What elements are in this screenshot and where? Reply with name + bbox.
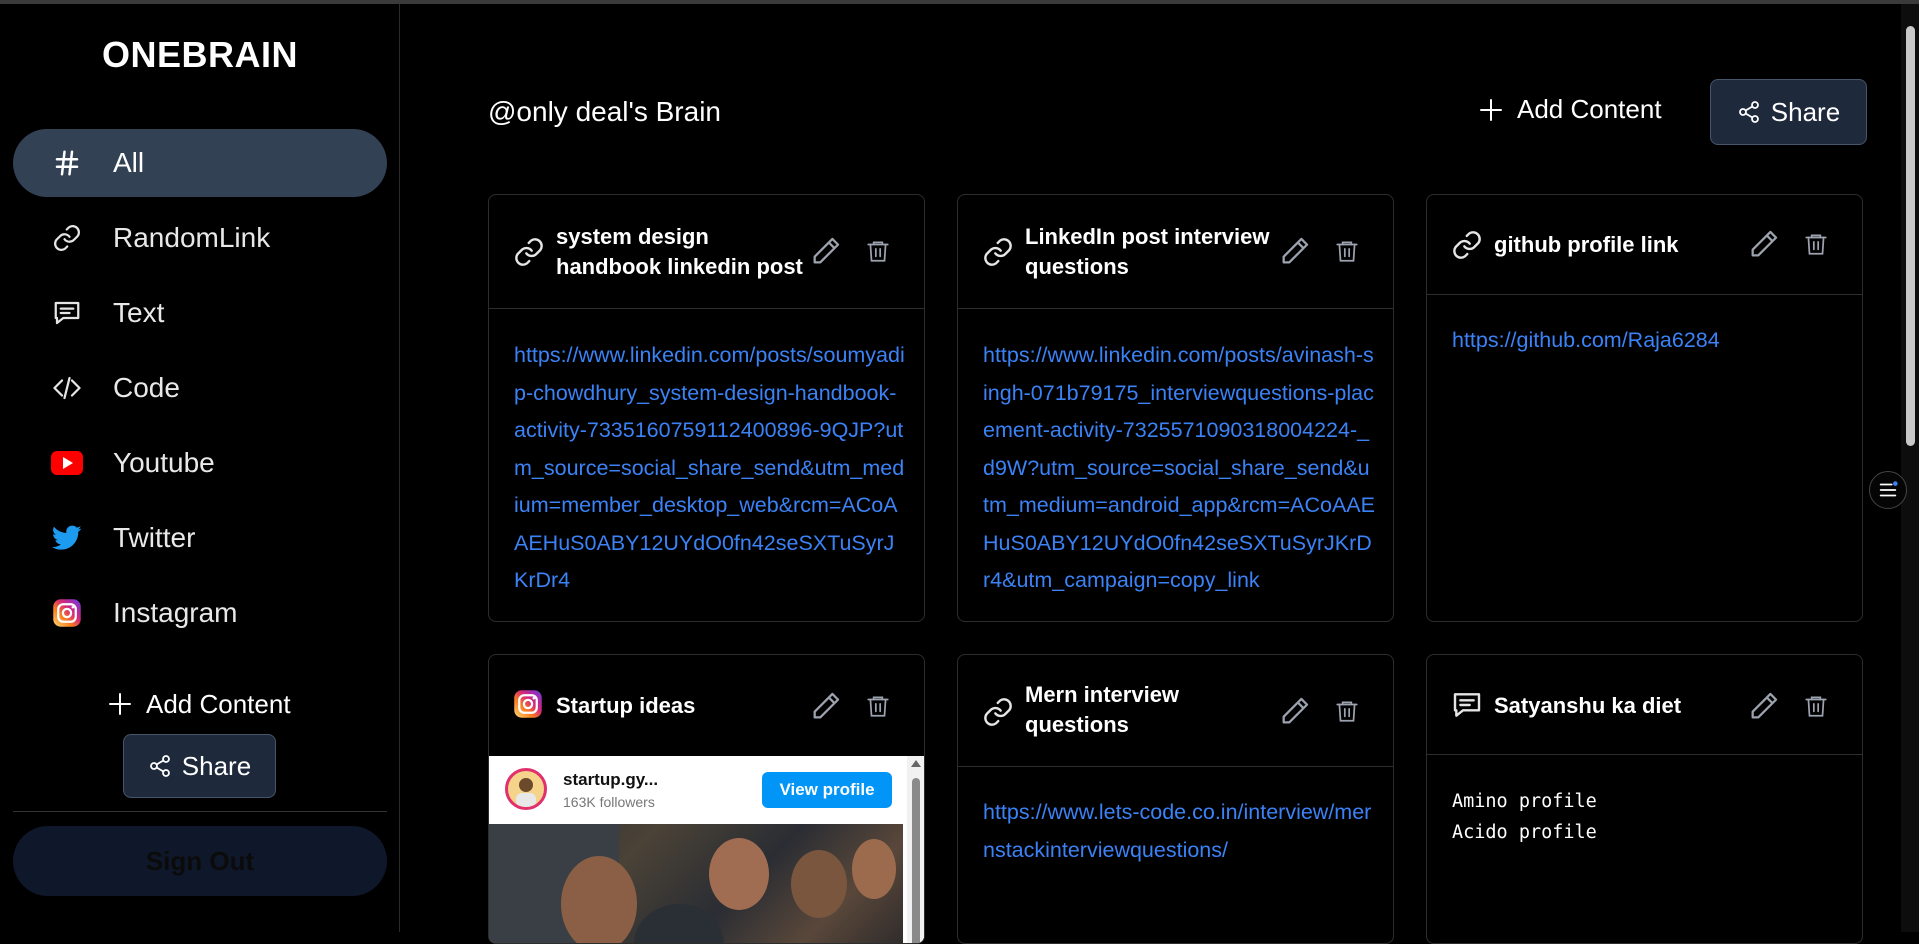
card-header: Satyanshu ka diet xyxy=(1427,655,1862,755)
trash-icon[interactable] xyxy=(1334,237,1362,267)
avatar[interactable] xyxy=(505,768,547,810)
trash-icon[interactable] xyxy=(865,237,893,267)
card-title: Startup ideas xyxy=(556,693,696,718)
trash-icon[interactable] xyxy=(1334,697,1362,727)
sidebar-item-youtube[interactable]: Youtube xyxy=(13,429,387,497)
sidebar-item-label: Twitter xyxy=(113,522,196,553)
instagram-followers: 163K followers xyxy=(563,794,655,810)
link-icon xyxy=(513,236,545,268)
add-content-button[interactable]: Add Content xyxy=(1479,94,1662,125)
sidebar-item-instagram[interactable]: Instagram xyxy=(13,579,387,647)
sidebar-item-code[interactable]: Code xyxy=(13,354,387,422)
card-link[interactable]: https://www.lets-code.co.in/interview/me… xyxy=(983,794,1375,869)
youtube-icon xyxy=(49,445,85,481)
embed-scrollbar[interactable] xyxy=(907,756,924,943)
edit-icon[interactable] xyxy=(1747,227,1781,261)
add-content-label: Add Content xyxy=(1517,94,1662,124)
embed-scrollbar-thumb[interactable] xyxy=(912,778,920,943)
instagram-account-name[interactable]: startup.gy... xyxy=(563,770,658,790)
content-card: Satyanshu ka diet Amino profile Acido pr… xyxy=(1426,654,1863,944)
link-icon xyxy=(1451,229,1483,261)
instagram-post-image[interactable] xyxy=(489,824,903,943)
view-profile-button[interactable]: View profile xyxy=(762,772,892,808)
page-title: @only deal's Brain xyxy=(488,96,721,127)
message-icon xyxy=(1451,689,1483,721)
card-title: system design handbook linkedin post xyxy=(556,224,803,279)
twitter-icon xyxy=(49,520,85,556)
link-icon xyxy=(982,696,1014,728)
link-icon xyxy=(982,236,1014,268)
share-icon xyxy=(148,754,172,778)
add-content-label: Add Content xyxy=(146,688,291,719)
menu-icon xyxy=(1877,479,1899,501)
card-link[interactable]: https://www.linkedin.com/posts/soumyadip… xyxy=(514,337,906,600)
sidebar-item-label: RandomLink xyxy=(113,222,271,253)
sidebar-divider xyxy=(13,811,387,812)
edit-icon[interactable] xyxy=(1747,689,1781,723)
card-header: Mern interview questions xyxy=(958,655,1393,767)
instagram-icon xyxy=(49,595,85,631)
edit-icon[interactable] xyxy=(809,689,843,723)
card-link[interactable]: https://www.linkedin.com/posts/avinash-s… xyxy=(983,337,1375,600)
trash-icon[interactable] xyxy=(865,692,893,722)
card-header: LinkedIn post interview questions xyxy=(958,195,1393,309)
edit-icon[interactable] xyxy=(1278,694,1312,728)
sidebar: ONEBRAIN All RandomLink Text Code Youtub… xyxy=(0,4,400,932)
edit-icon[interactable] xyxy=(809,234,843,268)
content-card: LinkedIn post interview questions https:… xyxy=(957,194,1394,622)
sidebar-share-button[interactable]: Share xyxy=(123,734,276,798)
content-card: github profile link https://github.com/R… xyxy=(1426,194,1863,622)
card-text: Amino profile Acido profile xyxy=(1452,791,1597,843)
code-icon xyxy=(49,370,85,406)
message-icon xyxy=(49,295,85,331)
card-title: Satyanshu ka diet xyxy=(1494,693,1682,718)
instagram-embed[interactable]: startup.gy... 163K followers View profil… xyxy=(489,756,924,943)
card-title: LinkedIn post interview questions xyxy=(1025,224,1270,279)
link-icon xyxy=(49,220,85,256)
sidebar-add-content-button[interactable]: Add Content xyxy=(108,681,291,727)
card-header: github profile link xyxy=(1427,195,1862,295)
page-scrollbar-thumb[interactable] xyxy=(1906,26,1915,446)
share-icon xyxy=(1737,100,1761,124)
sidebar-item-text[interactable]: Text xyxy=(13,279,387,347)
sidebar-item-all[interactable]: All xyxy=(13,129,387,197)
content-card: Mern interview questions https://www.let… xyxy=(957,654,1394,944)
floating-menu-button[interactable] xyxy=(1869,471,1907,509)
sidebar-item-randomlink[interactable]: RandomLink xyxy=(13,204,387,272)
trash-icon[interactable] xyxy=(1803,692,1831,722)
plus-icon xyxy=(1479,98,1503,122)
page-scrollbar[interactable] xyxy=(1901,4,1919,932)
sidebar-item-label: Youtube xyxy=(113,447,215,478)
sidebar-item-label: Code xyxy=(113,372,180,403)
share-label: Share xyxy=(1770,96,1841,127)
card-header: system design handbook linkedin post xyxy=(489,195,924,309)
sidebar-item-twitter[interactable]: Twitter xyxy=(13,504,387,572)
card-link[interactable]: https://github.com/Raja6284 xyxy=(1452,322,1844,360)
sidebar-item-label: Text xyxy=(113,297,165,328)
card-title: Mern interview questions xyxy=(1025,682,1180,737)
sign-out-button[interactable]: Sign Out xyxy=(13,826,387,896)
plus-icon xyxy=(108,692,132,716)
main-content: @only deal's Brain Add Content Share sys… xyxy=(401,4,1901,944)
content-card: Startup ideas startup.gy... 163K followe… xyxy=(488,654,925,944)
sidebar-item-label: Instagram xyxy=(113,597,238,628)
card-header: Startup ideas xyxy=(489,655,924,756)
share-label: Share xyxy=(181,750,252,781)
hash-icon xyxy=(49,145,85,181)
instagram-icon xyxy=(513,689,545,721)
share-button[interactable]: Share xyxy=(1710,79,1867,145)
edit-icon[interactable] xyxy=(1278,234,1312,268)
app-logo: ONEBRAIN xyxy=(101,34,298,75)
content-card: system design handbook linkedin post htt… xyxy=(488,194,925,622)
trash-icon[interactable] xyxy=(1803,230,1831,260)
card-title: github profile link xyxy=(1494,232,1679,257)
sidebar-item-label: All xyxy=(113,147,145,178)
